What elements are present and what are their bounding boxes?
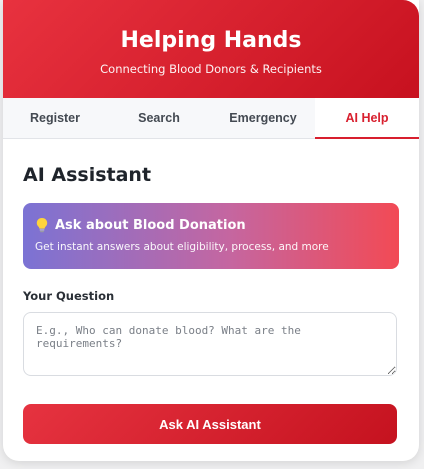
info-banner-title: Ask about Blood Donation <box>55 217 246 233</box>
ask-ai-button[interactable]: Ask AI Assistant <box>23 404 397 444</box>
ai-help-panel: AI Assistant Ask about Blood Donation Ge… <box>3 163 419 444</box>
app-subtitle: Connecting Blood Donors & Recipients <box>100 62 322 76</box>
app-header: Helping Hands Connecting Blood Donors & … <box>3 0 419 98</box>
question-label: Your Question <box>23 289 115 303</box>
tab-register[interactable]: Register <box>3 98 107 138</box>
section-title: AI Assistant <box>23 164 152 186</box>
question-field-wrapper <box>23 312 399 376</box>
info-banner-description: Get instant answers about eligibility, p… <box>35 241 329 253</box>
info-banner: Ask about Blood Donation Get instant ans… <box>23 203 399 269</box>
app-card: Helping Hands Connecting Blood Donors & … <box>3 0 419 461</box>
lightbulb-icon <box>35 217 49 233</box>
question-textarea[interactable] <box>23 312 397 376</box>
tab-bar: Register Search Emergency AI Help <box>3 98 419 139</box>
info-banner-title-row: Ask about Blood Donation <box>35 217 387 233</box>
tab-search[interactable]: Search <box>107 98 211 138</box>
tab-emergency[interactable]: Emergency <box>211 98 315 138</box>
app-title: Helping Hands <box>120 28 302 53</box>
tab-ai-help[interactable]: AI Help <box>315 98 419 139</box>
